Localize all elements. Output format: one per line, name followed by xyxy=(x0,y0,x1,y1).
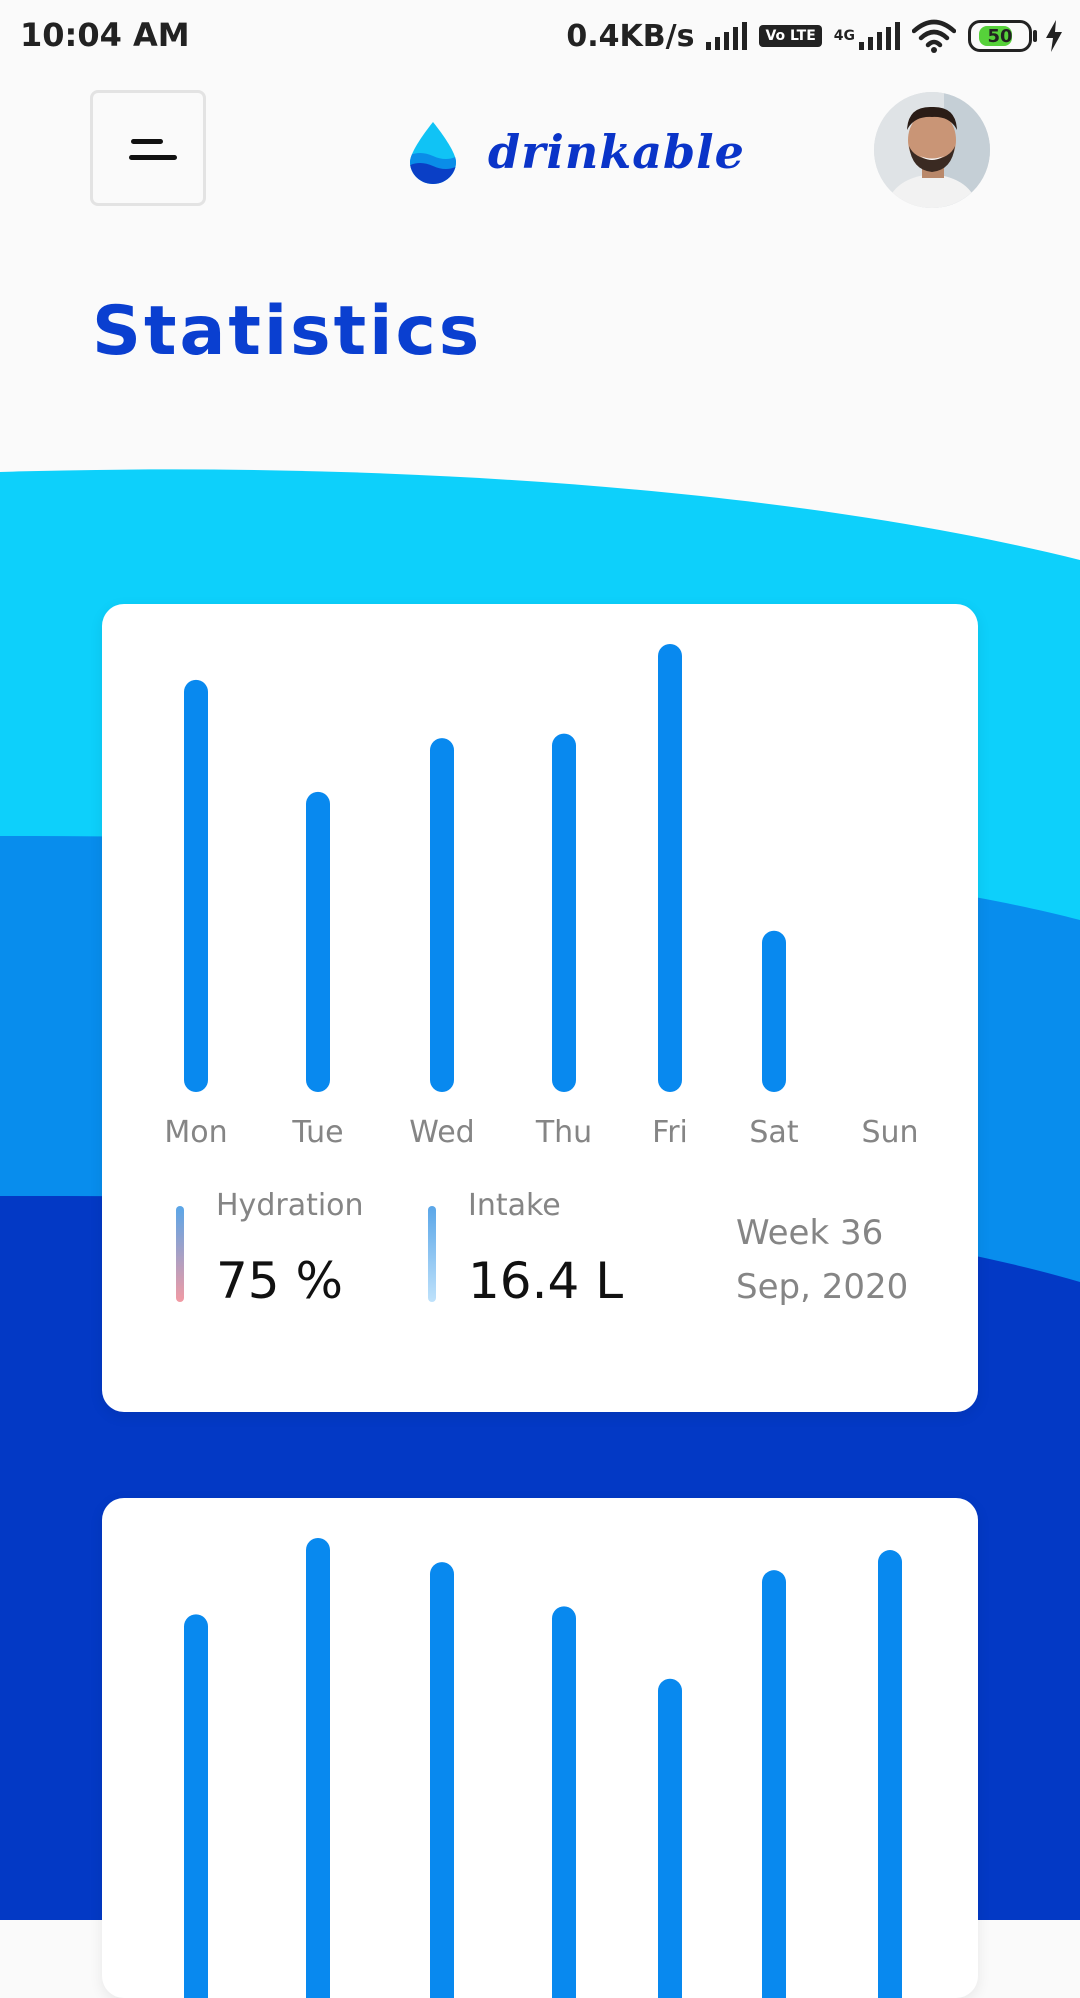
avatar-image xyxy=(874,92,990,208)
day-label-sat: Sat xyxy=(749,1115,799,1150)
bar-thu xyxy=(552,1606,576,1998)
bar-wed xyxy=(430,1562,454,1998)
hydration-value: 75 % xyxy=(216,1252,344,1310)
week-month: Sep, 2020 xyxy=(736,1267,909,1307)
page-title: Statistics xyxy=(92,292,483,371)
weekly-intake-chart xyxy=(184,644,786,1092)
previous-week-stats-card xyxy=(102,1498,978,1998)
hydration-label: Hydration xyxy=(216,1188,364,1223)
bar-thu xyxy=(552,733,576,1092)
hydration-indicator xyxy=(176,1206,184,1302)
status-bar: 10:04 AM 0.4KB/s Vo LTE 4G 50 xyxy=(0,0,1080,72)
water-drop-icon xyxy=(410,122,456,184)
menu-button[interactable] xyxy=(90,90,206,206)
menu-icon-line-1 xyxy=(131,139,163,144)
bar-tue xyxy=(306,791,330,1092)
week-number: Week 36 xyxy=(736,1213,884,1253)
signal-icon xyxy=(706,22,748,50)
bar-tue xyxy=(306,1538,330,1998)
intake-value: 16.4 L xyxy=(468,1252,624,1310)
day-label-fri: Fri xyxy=(652,1115,688,1150)
day-label-mon: Mon xyxy=(164,1115,228,1150)
volte-icon: Vo LTE xyxy=(759,25,822,47)
status-icons: 0.4KB/s Vo LTE 4G 50 xyxy=(566,14,1064,58)
network-type-label: 4G xyxy=(833,28,855,44)
intake-label: Intake xyxy=(468,1188,561,1223)
app-logo: drinkable xyxy=(408,112,745,192)
bar-fri xyxy=(658,1678,682,1998)
intake-indicator xyxy=(428,1206,436,1302)
day-label-tue: Tue xyxy=(292,1115,344,1150)
charging-icon xyxy=(1046,20,1062,52)
bar-wed xyxy=(430,738,454,1092)
bar-sun xyxy=(878,1550,902,1998)
bar-mon xyxy=(184,679,208,1092)
avatar[interactable] xyxy=(874,92,990,208)
weekly-stats-card: Mon Tue Wed Thu Fri Sat Sun Hydration 75 % Int… xyxy=(102,604,978,1412)
battery-icon: 50 xyxy=(968,20,1037,52)
bar-sat xyxy=(762,1570,786,1998)
day-label-sun: Sun xyxy=(861,1115,919,1150)
bar-fri xyxy=(658,644,682,1092)
bar-mon xyxy=(184,1614,208,1998)
day-label-thu: Thu xyxy=(535,1115,593,1150)
network-speed: 0.4KB/s xyxy=(566,18,695,54)
previous-week-chart xyxy=(184,1538,902,1998)
menu-icon-line-2 xyxy=(129,155,177,160)
status-time: 10:04 AM xyxy=(20,16,190,54)
app-name: drinkable xyxy=(488,125,745,179)
bar-sat xyxy=(762,930,786,1092)
day-label-wed: Wed xyxy=(409,1115,475,1150)
wifi-icon xyxy=(912,19,956,53)
signal-icon-2 xyxy=(859,22,900,50)
battery-level: 50 xyxy=(987,25,1013,47)
